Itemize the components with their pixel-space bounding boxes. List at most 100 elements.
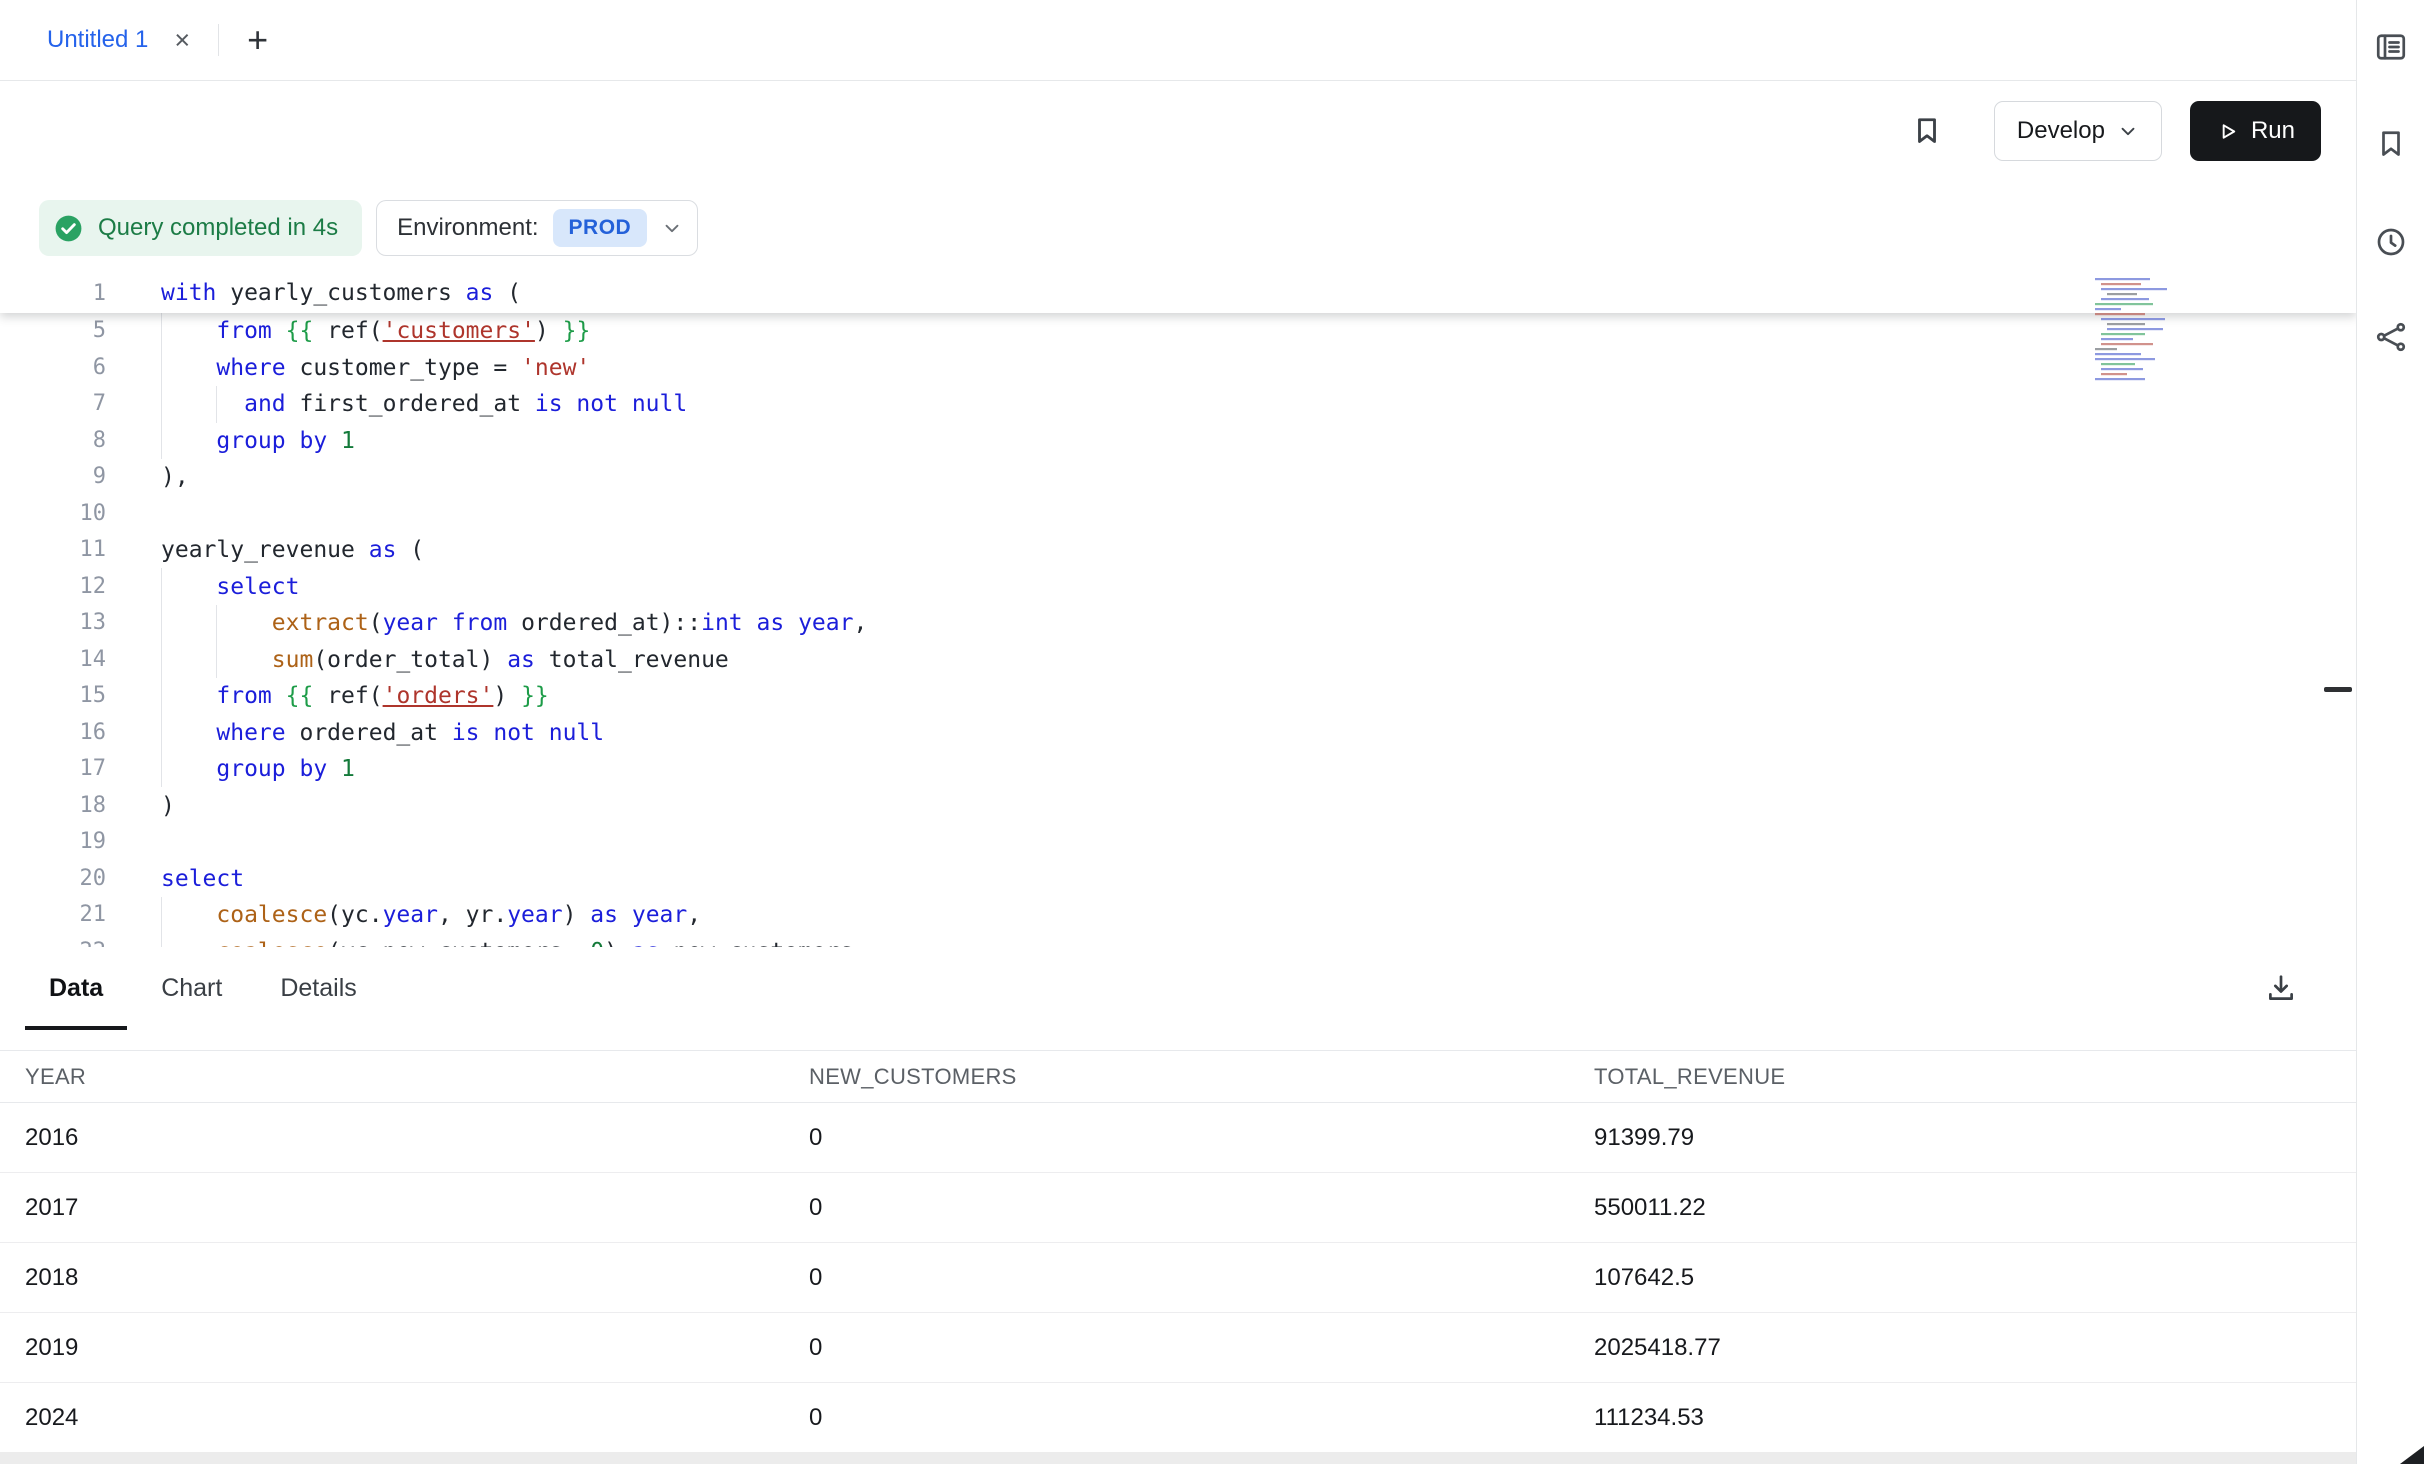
table-row[interactable]: 20180107642.5: [0, 1243, 2356, 1313]
line-number: 12: [0, 569, 106, 606]
code-line[interactable]: 9),: [0, 459, 2356, 496]
line-number: 13: [0, 605, 106, 642]
table-row[interactable]: 20170550011.22: [0, 1173, 2356, 1243]
table-body: 2016091399.7920170550011.2220180107642.5…: [0, 1103, 2356, 1453]
code-line[interactable]: 10: [0, 496, 2356, 533]
table-row[interactable]: 20240111234.53: [0, 1383, 2356, 1453]
column-header-total-revenue: TOTAL_REVENUE: [1594, 1064, 2356, 1090]
status-row: Query completed in 4s Environment: PROD: [0, 181, 2356, 275]
develop-label: Develop: [2017, 117, 2105, 145]
new-tab-button[interactable]: +: [247, 22, 268, 58]
run-button[interactable]: Run: [2190, 101, 2321, 161]
code-line[interactable]: 15 from {{ ref('orders') }}: [0, 678, 2356, 715]
code-text: with yearly_customers as (: [106, 275, 521, 313]
code-text: select: [106, 569, 299, 606]
code-line[interactable]: 14 sum(order_total) as total_revenue: [0, 642, 2356, 679]
code-line[interactable]: 21 coalesce(yc.year, yr.year) as year,: [0, 897, 2356, 934]
lineage-button[interactable]: [2369, 315, 2413, 359]
column-header-year: YEAR: [25, 1064, 809, 1090]
download-icon: [2264, 971, 2298, 1005]
line-number: 17: [0, 751, 106, 788]
table-cell: 0: [809, 1334, 1594, 1362]
indent-guide: [161, 568, 162, 787]
code-line[interactable]: 16 where ordered_at is not null: [0, 715, 2356, 752]
main-content: Untitled 1 × + Develop Run Query complet…: [0, 0, 2356, 1464]
resize-corner: [2400, 1446, 2424, 1464]
line-number: 8: [0, 423, 106, 460]
line-number: 18: [0, 788, 106, 825]
sql-editor[interactable]: 5 from {{ ref('customers') }}6 where cus…: [0, 275, 2356, 947]
code-line[interactable]: 18): [0, 788, 2356, 825]
table-cell: 0: [809, 1404, 1594, 1432]
toolbar: Develop Run: [0, 81, 2356, 181]
close-icon[interactable]: ×: [174, 27, 190, 54]
code-line[interactable]: 20select: [0, 861, 2356, 898]
indent-guide: [216, 605, 217, 678]
line-number: 5: [0, 313, 106, 350]
table-cell: 2025418.77: [1594, 1334, 2356, 1362]
tab-chart[interactable]: Chart: [137, 947, 246, 1030]
line-number: 15: [0, 678, 106, 715]
code-text: and first_ordered_at is not null: [106, 386, 687, 423]
minimap[interactable]: [2089, 277, 2206, 387]
develop-button[interactable]: Develop: [1994, 101, 2162, 161]
check-circle-icon: [53, 213, 84, 244]
environment-selector[interactable]: Environment: PROD: [376, 200, 698, 256]
table-cell: 2018: [25, 1264, 809, 1292]
bookmarks-button[interactable]: [2369, 122, 2413, 166]
tab-title: Untitled 1: [47, 26, 148, 54]
code-line[interactable]: 13 extract(year from ordered_at)::int as…: [0, 605, 2356, 642]
code-text: from {{ ref('customers') }}: [106, 313, 590, 350]
download-button[interactable]: [2258, 965, 2304, 1011]
code-text: sum(order_total) as total_revenue: [106, 642, 729, 679]
horizontal-scrollbar[interactable]: [0, 1452, 2356, 1464]
line-number: 20: [0, 861, 106, 898]
line-number: 16: [0, 715, 106, 752]
table-cell: 2024: [25, 1404, 809, 1432]
table-header: YEAR NEW_CUSTOMERS TOTAL_REVENUE: [0, 1050, 2356, 1103]
code-text: [106, 496, 161, 533]
code-line[interactable]: 22 coalesce(yc.new_customers, 0) as new_…: [0, 934, 2356, 948]
code-line[interactable]: 8 group by 1: [0, 423, 2356, 460]
sticky-line: 1with yearly_customers as (: [0, 275, 2356, 313]
code-text: coalesce(yc.year, yr.year) as year,: [106, 897, 701, 934]
table-cell: 2017: [25, 1194, 809, 1222]
tab-details[interactable]: Details: [256, 947, 380, 1030]
code-line[interactable]: 12 select: [0, 569, 2356, 606]
code-line[interactable]: 5 from {{ ref('customers') }}: [0, 313, 2356, 350]
code-line[interactable]: 11yearly_revenue as (: [0, 532, 2356, 569]
query-status-text: Query completed in 4s: [98, 214, 338, 242]
tab-data[interactable]: Data: [25, 947, 127, 1030]
code-line[interactable]: 7 and first_ordered_at is not null: [0, 386, 2356, 423]
history-button[interactable]: [2369, 220, 2413, 264]
scrollbar-marker: [2324, 687, 2352, 692]
lineage-icon: [2373, 319, 2409, 355]
chevron-down-icon: [2117, 120, 2139, 142]
code-text: group by 1: [106, 751, 355, 788]
code-line[interactable]: 6 where customer_type = 'new': [0, 350, 2356, 387]
line-number: 14: [0, 642, 106, 679]
line-number: 19: [0, 824, 106, 861]
code-text: coalesce(yc.new_customers, 0) as new_cus…: [106, 934, 867, 948]
table-cell: 0: [809, 1124, 1594, 1152]
line-number: 1: [0, 275, 106, 313]
table-cell: 91399.79: [1594, 1124, 2356, 1152]
tab-separator: [218, 24, 219, 56]
tab-untitled-1[interactable]: Untitled 1 ×: [0, 0, 218, 80]
code-text: [106, 824, 161, 861]
code-text: ),: [106, 459, 189, 496]
line-number: 9: [0, 459, 106, 496]
environment-label: Environment:: [397, 214, 538, 242]
play-icon: [2216, 120, 2239, 143]
document-outline-button[interactable]: [2369, 25, 2413, 69]
code-text: select: [106, 861, 244, 898]
line-number: 11: [0, 532, 106, 569]
code-line[interactable]: 19: [0, 824, 2356, 861]
bookmark-icon: [1909, 113, 1945, 149]
code-text: group by 1: [106, 423, 355, 460]
table-row[interactable]: 2016091399.79: [0, 1103, 2356, 1173]
column-header-new-customers: NEW_CUSTOMERS: [809, 1064, 1594, 1090]
table-row[interactable]: 201902025418.77: [0, 1313, 2356, 1383]
code-line[interactable]: 17 group by 1: [0, 751, 2356, 788]
bookmark-button[interactable]: [1905, 109, 1949, 153]
